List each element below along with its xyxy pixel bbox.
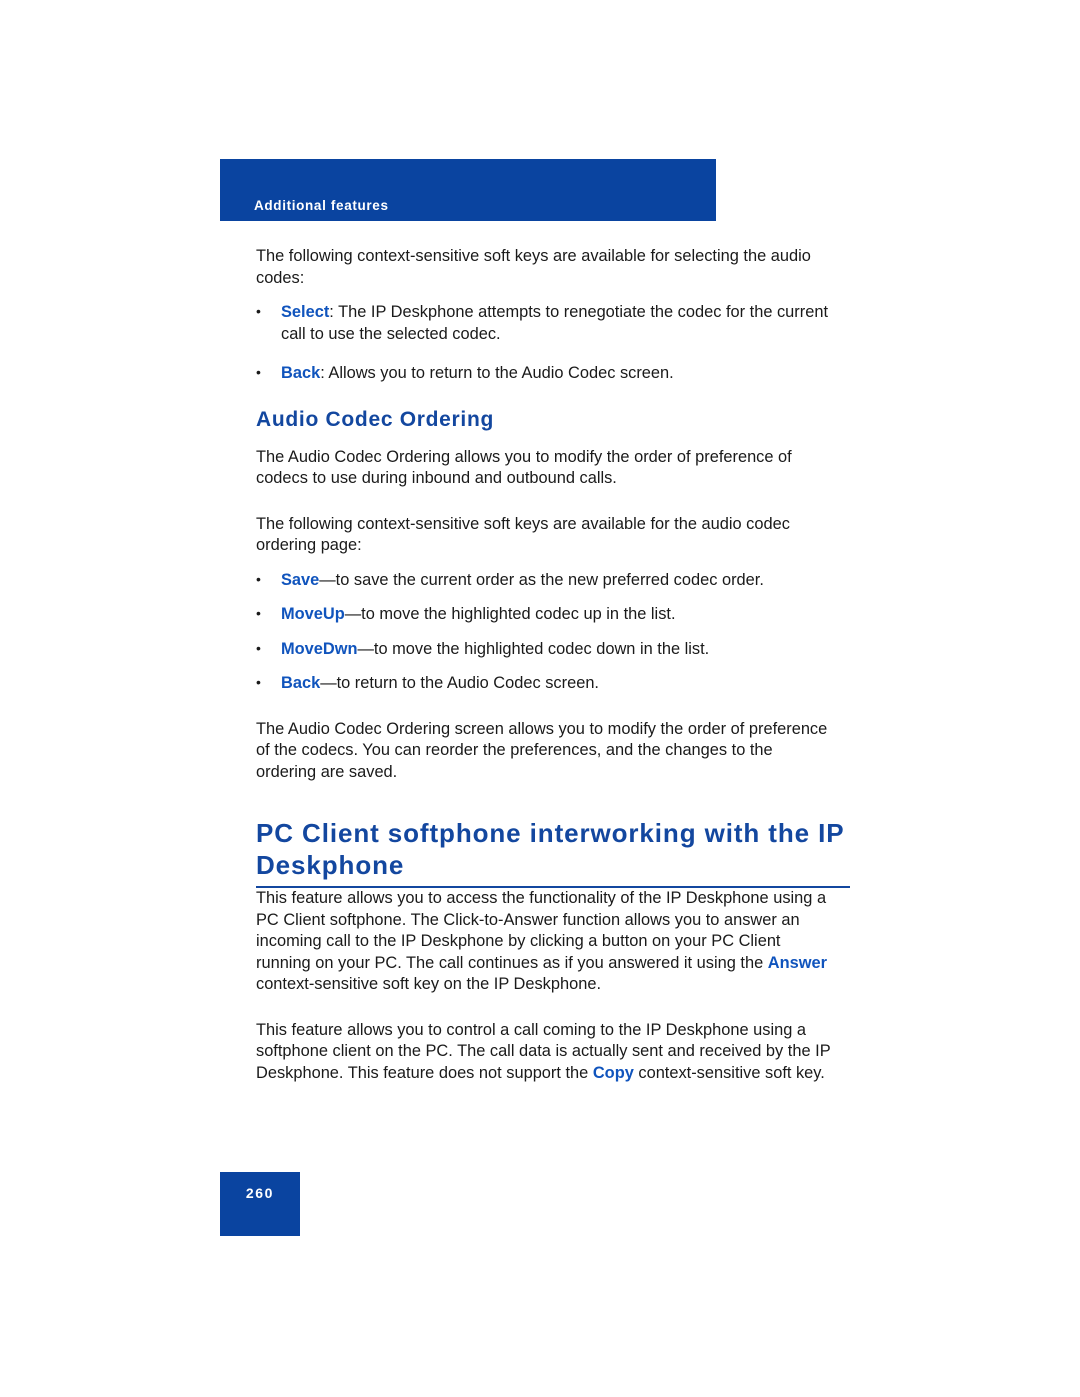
softkey-name-movedwn: MoveDwn: [281, 639, 358, 658]
softkey-description: to save the current order as the new pre…: [335, 570, 764, 589]
page-number: 260: [245, 1185, 275, 1201]
running-header-bar: Additional features: [220, 159, 716, 221]
document-page: Additional features The following contex…: [0, 0, 1080, 1397]
softkey-name-moveup: MoveUp: [281, 605, 345, 623]
paragraph-text-before: This feature allows you to access the fu…: [256, 889, 827, 972]
page-content: The following context-sensitive soft key…: [256, 246, 850, 1101]
ordering-softkey-list: Save—to save the current order as the ne…: [256, 569, 836, 695]
softkey-name-back-ordering: Back: [281, 674, 321, 692]
ordering-summary-paragraph: The Audio Codec Ordering screen allows y…: [256, 719, 828, 781]
softkey-description: to move the highlighted codec up in the …: [361, 605, 676, 623]
intro-paragraph: The following context-sensitive soft key…: [256, 247, 811, 287]
softkey-description: to move the highlighted codec down in th…: [373, 639, 710, 658]
section-heading-pc-client-interworking: PC Client softphone interworking with th…: [256, 818, 845, 880]
softkey-name-answer: Answer: [767, 953, 827, 972]
paragraph-text-after: context-sensitive soft key.: [633, 1063, 825, 1082]
sub-heading-audio-codec-ordering: Audio Codec Ordering: [256, 407, 495, 431]
select-softkey-list: Select: The IP Deskphone attempts to ren…: [256, 301, 836, 385]
softkey-name-select: Select: [281, 303, 330, 321]
list-item: MoveDwn—to move the highlighted codec do…: [256, 638, 836, 661]
list-item: MoveUp—to move the highlighted codec up …: [256, 603, 836, 626]
softkey-separator: :: [329, 303, 339, 321]
pc-client-paragraph-1: This feature allows you to access the fu…: [256, 888, 836, 996]
softkey-separator: —: [357, 639, 374, 658]
running-header-title: Additional features: [254, 198, 389, 213]
softkey-description: The IP Deskphone attempts to renegotiate…: [281, 303, 828, 343]
softkey-separator: —: [344, 605, 362, 623]
softkey-separator: —: [320, 674, 337, 692]
paragraph-text-after: context-sensitive soft key on the IP Des…: [256, 975, 602, 993]
list-item: Select: The IP Deskphone attempts to ren…: [256, 301, 836, 345]
ordering-softkeys-intro-paragraph: The following context-sensitive soft key…: [256, 514, 790, 555]
list-item: Save—to save the current order as the ne…: [256, 569, 836, 592]
pc-client-paragraph-2: This feature allows you to control a cal…: [256, 1020, 836, 1085]
softkey-description: Allows you to return to the Audio Codec …: [328, 364, 674, 382]
list-item: Back: Allows you to return to the Audio …: [256, 362, 836, 385]
softkey-name-copy: Copy: [592, 1063, 634, 1082]
softkey-name-save: Save: [281, 570, 320, 589]
softkey-name-back: Back: [281, 364, 321, 382]
softkey-separator: —: [319, 570, 336, 589]
softkey-description: to return to the Audio Codec screen.: [336, 674, 599, 692]
footer-page-number-block: 260: [220, 1172, 300, 1236]
ordering-intro-paragraph: The Audio Codec Ordering allows you to m…: [256, 447, 792, 488]
list-item: Back—to return to the Audio Codec screen…: [256, 672, 836, 695]
